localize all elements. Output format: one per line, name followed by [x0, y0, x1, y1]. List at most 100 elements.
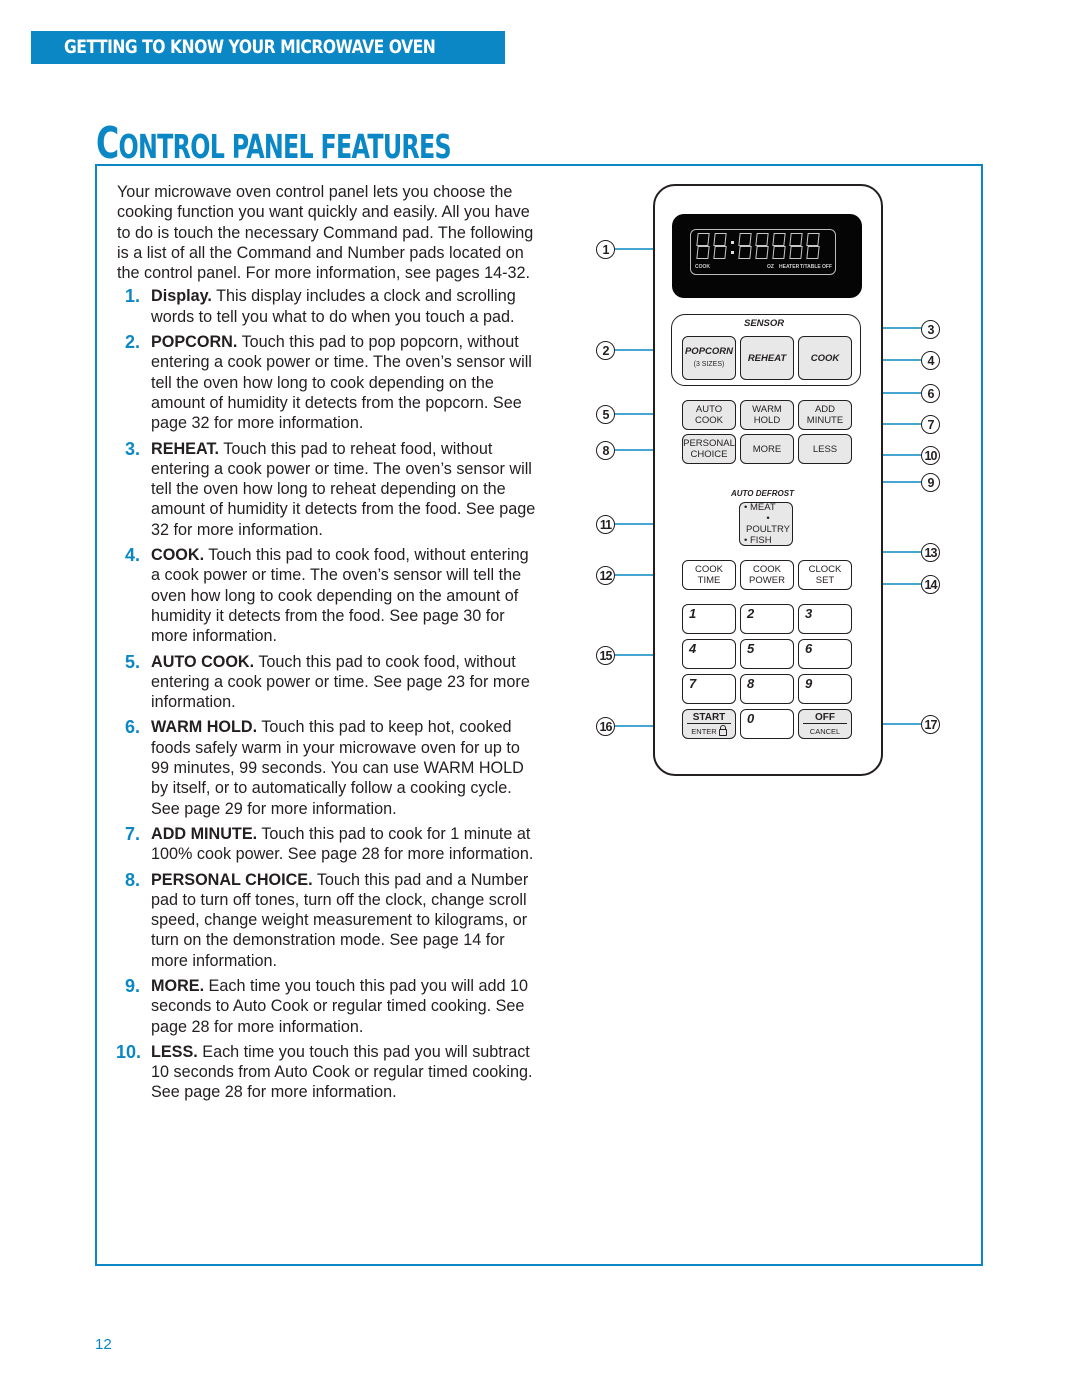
reheat-label: REHEAT — [747, 352, 787, 364]
display-colon — [730, 233, 735, 260]
callout-10: 10 — [921, 446, 940, 465]
display-digit — [806, 233, 820, 260]
callout-12: 12 — [596, 566, 615, 585]
cook-time-pad[interactable]: COOK TIME — [682, 560, 736, 590]
pad-digit: 0 — [747, 711, 755, 726]
pad-label-line: MINUTE — [806, 415, 844, 426]
display-digit — [755, 233, 769, 260]
add-minute-pad[interactable]: ADD MINUTE — [798, 400, 852, 430]
display-window: COOK OZ HEATER T/TABLE OFF — [690, 229, 836, 275]
callout-7: 7 — [921, 415, 940, 434]
display: COOK OZ HEATER T/TABLE OFF — [672, 214, 862, 298]
pad-label-line: TIME — [697, 575, 721, 586]
callout-6: 6 — [921, 384, 940, 403]
callout-2: 2 — [596, 341, 615, 360]
pad-digit: 8 — [747, 676, 755, 691]
number-pad-2[interactable]: 2 — [740, 604, 794, 634]
pad-label: MORE — [752, 443, 782, 455]
callout-9: 9 — [921, 473, 940, 492]
pad-digit: 6 — [805, 641, 813, 656]
pad-label-line: POWER — [749, 575, 785, 586]
pad-label-line: WARM — [752, 404, 782, 415]
pad-label-line: COOK — [695, 564, 723, 575]
cook-label: COOK — [810, 352, 840, 364]
indicator-turntable: T/TABLE — [800, 264, 821, 270]
cook-pad[interactable]: COOK — [798, 336, 852, 380]
enter-row: ENTER — [691, 725, 727, 737]
defrost-meat: • MEAT — [744, 502, 776, 513]
pad-label: LESS — [812, 443, 838, 455]
more-pad[interactable]: MORE — [740, 434, 794, 464]
warm-hold-pad[interactable]: WARM HOLD — [740, 400, 794, 430]
pad-digit: 3 — [805, 606, 813, 621]
number-pad-1[interactable]: 1 — [682, 604, 736, 634]
number-pad-4[interactable]: 4 — [682, 639, 736, 669]
display-indicators: COOK OZ HEATER T/TABLE OFF — [695, 263, 832, 272]
pad-label-line: CLOCK — [808, 564, 842, 575]
pad-digit: 1 — [689, 606, 697, 621]
pad-label-line: ADD — [814, 404, 836, 415]
pad-label-line: CHOICE — [690, 449, 728, 460]
pad-digit: 2 — [747, 606, 755, 621]
number-pad-5[interactable]: 5 — [740, 639, 794, 669]
number-pad-8[interactable]: 8 — [740, 674, 794, 704]
popcorn-pad[interactable]: POPCORN (3 SIZES) — [682, 336, 736, 380]
display-digits — [696, 233, 820, 260]
pad-label-line: PERSONAL — [683, 438, 735, 449]
indicator-cook: COOK — [695, 264, 710, 270]
cook-power-pad[interactable]: COOK POWER — [740, 560, 794, 590]
auto-cook-pad[interactable]: AUTO COOK — [682, 400, 736, 430]
callout-14: 14 — [921, 575, 940, 594]
reheat-pad[interactable]: REHEAT — [740, 336, 794, 380]
callout-1: 1 — [596, 240, 615, 259]
defrost-fish: • FISH — [744, 535, 772, 546]
auto-defrost-label: AUTO DEFROST — [731, 489, 794, 498]
popcorn-sizes-label: (3 SIZES) — [693, 361, 725, 368]
page-number: 12 — [95, 1336, 112, 1353]
off-cancel-pad[interactable]: OFF CANCEL — [798, 709, 852, 739]
number-pad-0[interactable]: 0 — [740, 709, 794, 739]
pad-label-line: COOK — [695, 415, 723, 426]
callout-17: 17 — [921, 715, 940, 734]
display-digit — [696, 233, 710, 260]
pad-label-line: COOK — [753, 564, 781, 575]
personal-choice-pad[interactable]: PERSONAL CHOICE — [682, 434, 736, 464]
display-digit — [789, 233, 803, 260]
enter-label: ENTER — [691, 727, 717, 736]
number-pad-6[interactable]: 6 — [798, 639, 852, 669]
display-digit — [713, 233, 727, 260]
display-digit — [738, 233, 752, 260]
clock-set-pad[interactable]: CLOCK SET — [798, 560, 852, 590]
callout-lines — [614, 248, 921, 727]
pad-digit: 5 — [747, 641, 755, 656]
popcorn-label: POPCORN — [684, 346, 734, 357]
lock-icon — [718, 725, 727, 736]
indicator-heater: HEATER — [779, 264, 800, 270]
pad-digit: 7 — [689, 676, 697, 691]
pad-digit: 9 — [805, 676, 813, 691]
number-pad-9[interactable]: 9 — [798, 674, 852, 704]
callout-13: 13 — [921, 543, 940, 562]
callout-8: 8 — [596, 441, 615, 460]
sensor-label: SENSOR — [744, 318, 785, 329]
callout-5: 5 — [596, 405, 615, 424]
cancel-label: CANCEL — [809, 727, 841, 736]
auto-defrost-pad[interactable]: • MEAT • POULTRY • FISH — [739, 502, 793, 546]
off-label: OFF — [803, 712, 847, 724]
display-digit — [772, 233, 786, 260]
start-enter-pad[interactable]: START ENTER — [682, 709, 736, 739]
less-pad[interactable]: LESS — [798, 434, 852, 464]
indicator-oz: OZ — [767, 264, 774, 270]
callout-15: 15 — [596, 646, 615, 665]
callout-16: 16 — [596, 717, 615, 736]
number-pad-3[interactable]: 3 — [798, 604, 852, 634]
pad-label-line: SET — [815, 575, 835, 586]
callout-3: 3 — [921, 320, 940, 339]
number-pad-7[interactable]: 7 — [682, 674, 736, 704]
indicator-off: OFF — [822, 264, 832, 270]
pad-digit: 4 — [689, 641, 697, 656]
defrost-poultry: • POULTRY — [746, 513, 790, 535]
start-label: START — [687, 712, 731, 724]
pad-label-line: AUTO — [695, 404, 723, 415]
pad-label-line: HOLD — [753, 415, 781, 426]
